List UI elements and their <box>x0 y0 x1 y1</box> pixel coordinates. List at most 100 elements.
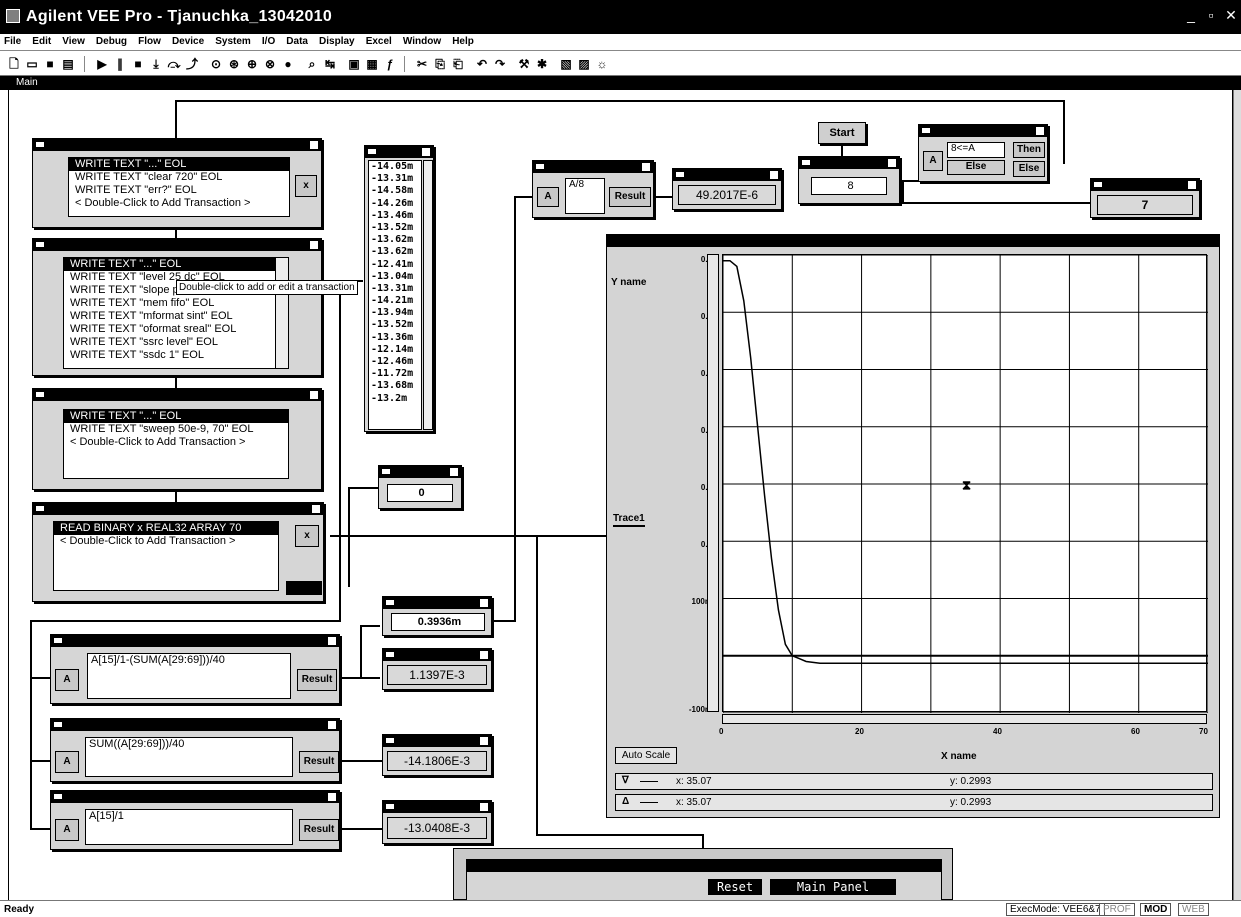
function-icon[interactable]: ƒ <box>382 56 398 72</box>
object-menu-icon[interactable] <box>802 160 810 165</box>
object-titlebar[interactable] <box>51 791 339 803</box>
transaction-line[interactable]: WRITE TEXT "..." EOL <box>64 410 288 423</box>
object-maximize-icon[interactable] <box>888 159 896 167</box>
xy-graph[interactable]: Y name Trace1 0.7 0.6 0.5 0.4 0.3 0.2 10… <box>606 234 1220 818</box>
transaction-object-2[interactable]: WRITE TEXT "..." EOL WRITE TEXT "level 2… <box>32 238 322 376</box>
object-menu-icon[interactable] <box>54 638 62 643</box>
menu-data[interactable]: Data <box>282 34 312 47</box>
object-maximize-icon[interactable] <box>310 391 318 399</box>
object-menu-icon[interactable] <box>536 164 544 169</box>
object-menu-icon[interactable] <box>368 149 376 154</box>
main-panel-object[interactable]: Reset Main Panel <box>453 848 953 901</box>
show-exec-flow-icon[interactable]: ⊛ <box>226 56 242 72</box>
error-pin[interactable] <box>286 581 322 595</box>
object-titlebar[interactable] <box>51 719 339 731</box>
menu-edit[interactable]: Edit <box>28 34 55 47</box>
counter-8[interactable]: 8 <box>798 156 900 204</box>
object-titlebar[interactable] <box>51 635 339 647</box>
object-titlebar[interactable] <box>383 735 491 747</box>
condition-expression[interactable]: 8<=A <box>947 142 1005 158</box>
close-icon[interactable]: ✕ <box>1222 6 1240 24</box>
save-panel-icon[interactable]: ▧ <box>558 56 574 72</box>
auto-scale-button[interactable]: Auto Scale <box>615 747 677 764</box>
object-maximize-icon[interactable] <box>312 505 320 513</box>
object-maximize-icon[interactable] <box>642 163 650 171</box>
formula-object-1[interactable]: A A[15]/1-(SUM(A[29:69]))/40 Result <box>50 634 340 704</box>
transaction-line[interactable]: WRITE TEXT "..." EOL <box>64 258 288 271</box>
object-maximize-icon[interactable] <box>328 637 336 645</box>
object-titlebar[interactable] <box>467 860 941 872</box>
start-button[interactable]: Start <box>818 122 866 144</box>
new-file-icon[interactable]: 🗋 <box>6 56 22 72</box>
cut-icon[interactable]: ✂ <box>414 56 430 72</box>
stop-icon[interactable]: ■ <box>130 56 146 72</box>
main-panel-button[interactable]: Main Panel <box>770 879 896 895</box>
transaction-scrollbar[interactable] <box>275 258 288 368</box>
transaction-object-3[interactable]: WRITE TEXT "..." EOL WRITE TEXT "sweep 5… <box>32 388 322 490</box>
transaction-list[interactable]: WRITE TEXT "..." EOL WRITE TEXT "level 2… <box>63 257 289 369</box>
object-titlebar[interactable] <box>379 466 461 478</box>
object-menu-icon[interactable] <box>386 804 394 809</box>
step-into-icon[interactable]: ⤓ <box>148 56 164 72</box>
step-out-icon[interactable]: ⤴ <box>184 56 200 72</box>
object-menu-icon[interactable] <box>54 722 62 727</box>
formula-object-3[interactable]: A A[15]/1 Result <box>50 790 340 850</box>
pause-icon[interactable]: ∥ <box>112 56 128 72</box>
menu-debug[interactable]: Debug <box>92 34 131 47</box>
transaction-line[interactable]: WRITE TEXT "ssdc 1" EOL <box>64 349 288 362</box>
object-titlebar[interactable] <box>33 239 321 251</box>
object-titlebar[interactable] <box>533 161 653 173</box>
formula-expression[interactable]: A/8 <box>565 178 605 214</box>
paste-icon[interactable]: ⎗ <box>450 56 466 72</box>
object-maximize-icon[interactable] <box>328 793 336 801</box>
transaction-line[interactable]: WRITE TEXT "sweep 50e-9, 70" EOL <box>64 423 288 436</box>
object-maximize-icon[interactable] <box>1036 127 1044 135</box>
formula-expression[interactable]: SUM((A[29:69]))/40 <box>85 737 293 777</box>
activate-probes-icon[interactable]: ⊗ <box>262 56 278 72</box>
formula-object-2[interactable]: A SUM((A[29:69]))/40 Result <box>50 718 340 782</box>
output-pin-x[interactable]: x <box>295 175 317 197</box>
object-maximize-icon[interactable] <box>480 737 488 745</box>
object-menu-icon[interactable] <box>922 128 930 133</box>
counter-display[interactable]: 0 <box>378 465 462 509</box>
maximize-icon[interactable]: ▫ <box>1202 6 1220 24</box>
show-data-flow-icon[interactable]: ⊙ <box>208 56 224 72</box>
transaction-line[interactable]: WRITE TEXT "ssrc level" EOL <box>64 336 288 349</box>
transaction-line[interactable]: WRITE TEXT "clear 720" EOL <box>69 171 289 184</box>
transaction-line[interactable]: WRITE TEXT "..." EOL <box>69 158 289 171</box>
transaction-object-1[interactable]: WRITE TEXT "..." EOL WRITE TEXT "clear 7… <box>32 138 322 228</box>
object-menu-icon[interactable] <box>386 600 394 605</box>
result-display[interactable]: 49.2017E-6 <box>672 168 782 210</box>
result-display[interactable]: -14.1806E-3 <box>382 734 492 776</box>
run-icon[interactable]: ▶ <box>94 56 110 72</box>
object-titlebar[interactable] <box>673 169 781 181</box>
output-pin-x[interactable]: x <box>295 525 319 547</box>
object-maximize-icon[interactable] <box>480 651 488 659</box>
output-pin-result[interactable]: Result <box>299 819 339 841</box>
object-titlebar[interactable] <box>383 801 491 813</box>
minimize-icon[interactable]: _ <box>1182 6 1200 24</box>
object-titlebar[interactable] <box>383 597 491 609</box>
y-scrollbar[interactable] <box>707 254 719 712</box>
value-display[interactable]: 0.3936m <box>382 596 492 636</box>
copy-icon[interactable]: ⎘ <box>432 56 448 72</box>
transaction-line[interactable]: WRITE TEXT "err?" EOL <box>69 184 289 197</box>
workspace-scrollbar[interactable] <box>1233 90 1241 900</box>
input-pin-a[interactable]: A <box>55 751 79 773</box>
object-titlebar[interactable] <box>383 649 491 661</box>
formula-expression[interactable]: A[15]/1 <box>85 809 293 845</box>
object-menu-icon[interactable] <box>386 738 394 743</box>
object-maximize-icon[interactable] <box>770 171 778 179</box>
object-titlebar[interactable] <box>919 125 1047 137</box>
object-menu-icon[interactable] <box>54 794 62 799</box>
menu-device[interactable]: Device <box>168 34 208 47</box>
transaction-line[interactable]: < Double-Click to Add Transaction > <box>69 197 289 210</box>
object-titlebar[interactable] <box>799 157 899 169</box>
line-probe-icon[interactable]: ⊕ <box>244 56 260 72</box>
detail-view-icon[interactable]: ▦ <box>364 56 380 72</box>
menu-io[interactable]: I/O <box>258 34 279 47</box>
input-pin-a[interactable]: A <box>923 151 943 171</box>
save-icon[interactable]: ■ <box>42 56 58 72</box>
object-titlebar[interactable] <box>33 139 321 151</box>
transaction-list[interactable]: WRITE TEXT "..." EOL WRITE TEXT "clear 7… <box>68 157 290 217</box>
